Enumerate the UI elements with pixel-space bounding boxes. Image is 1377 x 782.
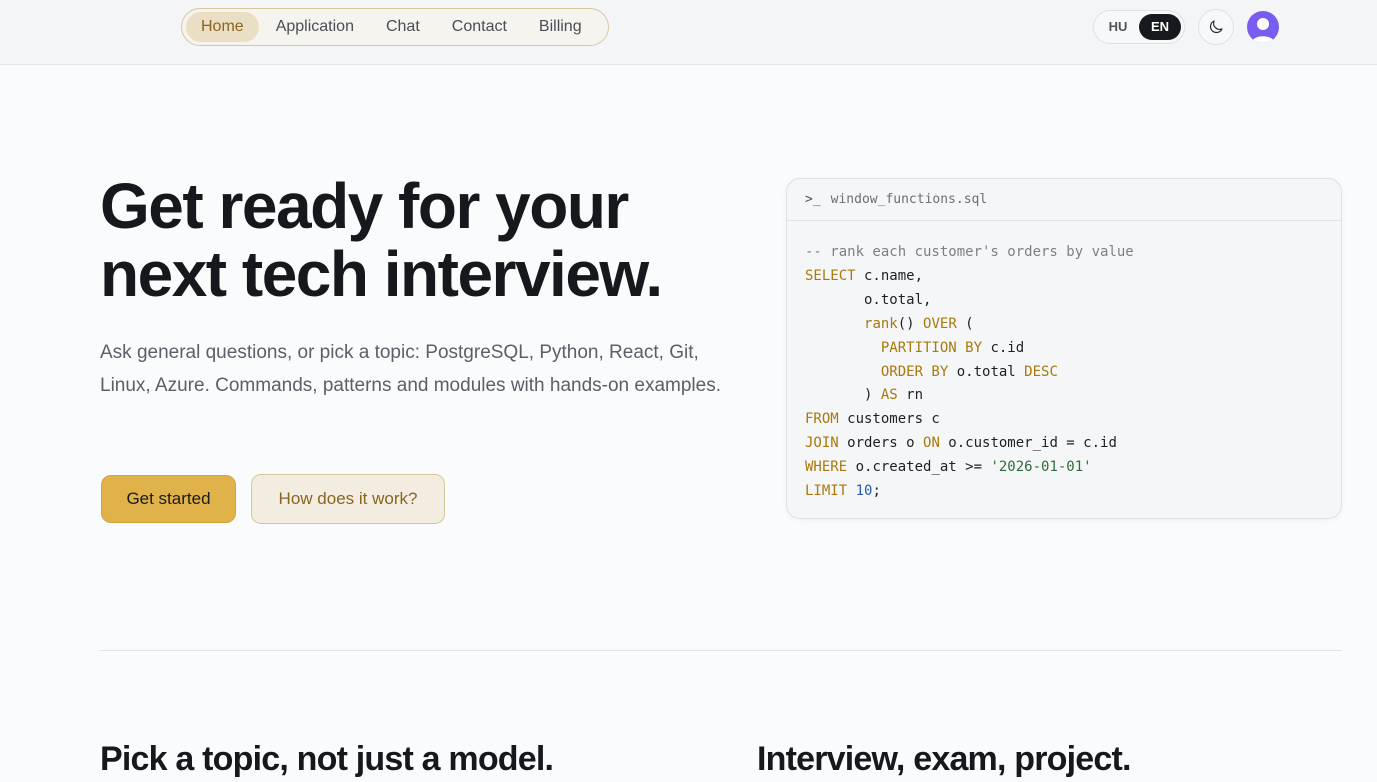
code-token: DESC <box>1024 363 1058 380</box>
code-block: -- rank each customer's orders by value S… <box>787 221 1341 504</box>
code-token: ; <box>872 483 881 500</box>
code-token: SELECT <box>805 267 856 284</box>
code-token: customers c <box>838 411 940 428</box>
top-bar: Home Application Chat Contact Billing HU… <box>0 0 1377 65</box>
code-token: ( <box>956 315 974 332</box>
code-card-header: >_ window_functions.sql <box>787 179 1341 221</box>
code-token: () <box>897 315 924 332</box>
code-token: ORDER BY <box>880 363 949 380</box>
code-token: FROM <box>805 411 839 428</box>
code-line: SELECT c.name, <box>805 265 1323 289</box>
code-token: OVER <box>923 315 957 332</box>
language-switcher: HU EN <box>1093 10 1185 44</box>
code-token: 10 <box>855 483 873 500</box>
nav-item-contact[interactable]: Contact <box>437 12 522 42</box>
code-line: ORDER BY o.total DESC <box>805 361 1323 385</box>
code-token: WHERE <box>805 459 848 476</box>
code-token: LIMIT <box>805 483 848 500</box>
terminal-prompt-icon: >_ <box>805 192 821 207</box>
code-token: ) <box>805 387 881 404</box>
code-line: JOIN orders o ON o.customer_id = c.id <box>805 432 1323 456</box>
code-line: o.total, <box>805 289 1323 313</box>
code-filename: window_functions.sql <box>830 192 988 207</box>
nav-item-billing[interactable]: Billing <box>524 12 597 42</box>
code-token: '2026-01-01' <box>990 459 1092 476</box>
code-token: AS <box>880 387 898 404</box>
code-token: PARTITION BY <box>880 339 983 356</box>
code-line: LIMIT 10; <box>805 480 1323 504</box>
nav-item-chat[interactable]: Chat <box>371 12 435 42</box>
code-token: ON <box>923 435 940 452</box>
code-token: c.name, <box>855 267 924 284</box>
hero-subtitle: Ask general questions, or pick a topic: … <box>100 342 721 396</box>
hero-title-line-1: Get ready for your <box>100 170 629 242</box>
code-example-card: >_ window_functions.sql -- rank each cus… <box>786 178 1342 519</box>
code-line: rank() OVER ( <box>805 313 1323 337</box>
moon-icon <box>1209 20 1223 34</box>
how-it-works-button[interactable]: How does it work? <box>251 474 445 524</box>
section-title-topic: Pick a topic, not just a model. <box>100 740 554 778</box>
code-token: orders o <box>838 435 924 452</box>
code-line: -- rank each customer's orders by value <box>805 241 1323 265</box>
main-nav: Home Application Chat Contact Billing <box>181 8 609 46</box>
code-token: -- rank each customer's orders by value <box>805 244 1134 260</box>
code-line: WHERE o.created_at >= '2026-01-01' <box>805 456 1323 480</box>
code-line: ) AS rn <box>805 384 1323 408</box>
user-icon <box>1251 18 1275 43</box>
lang-option-en[interactable]: EN <box>1139 14 1181 40</box>
code-token: o.total, <box>805 291 932 308</box>
hero-title-line-2: next tech interview. <box>100 238 663 310</box>
code-token: JOIN <box>805 435 839 452</box>
theme-toggle-button[interactable] <box>1198 9 1234 45</box>
user-avatar[interactable] <box>1247 11 1279 43</box>
get-started-button[interactable]: Get started <box>101 475 236 523</box>
hero-title: Get ready for your next tech interview. <box>100 172 760 308</box>
code-token: o.customer_id = c.id <box>939 435 1117 452</box>
code-token: rank <box>864 315 898 332</box>
nav-item-home[interactable]: Home <box>186 12 259 42</box>
nav-item-application[interactable]: Application <box>261 12 369 42</box>
code-token: c.id <box>982 339 1025 356</box>
section-title-usecases: Interview, exam, project. <box>757 740 1131 778</box>
code-token: o.created_at >= <box>847 459 991 476</box>
section-divider <box>100 650 1342 651</box>
code-token: rn <box>897 387 924 404</box>
code-line: FROM customers c <box>805 408 1323 432</box>
code-token: o.total <box>948 363 1025 380</box>
lang-option-hu[interactable]: HU <box>1097 14 1139 40</box>
code-line: PARTITION BY c.id <box>805 337 1323 361</box>
